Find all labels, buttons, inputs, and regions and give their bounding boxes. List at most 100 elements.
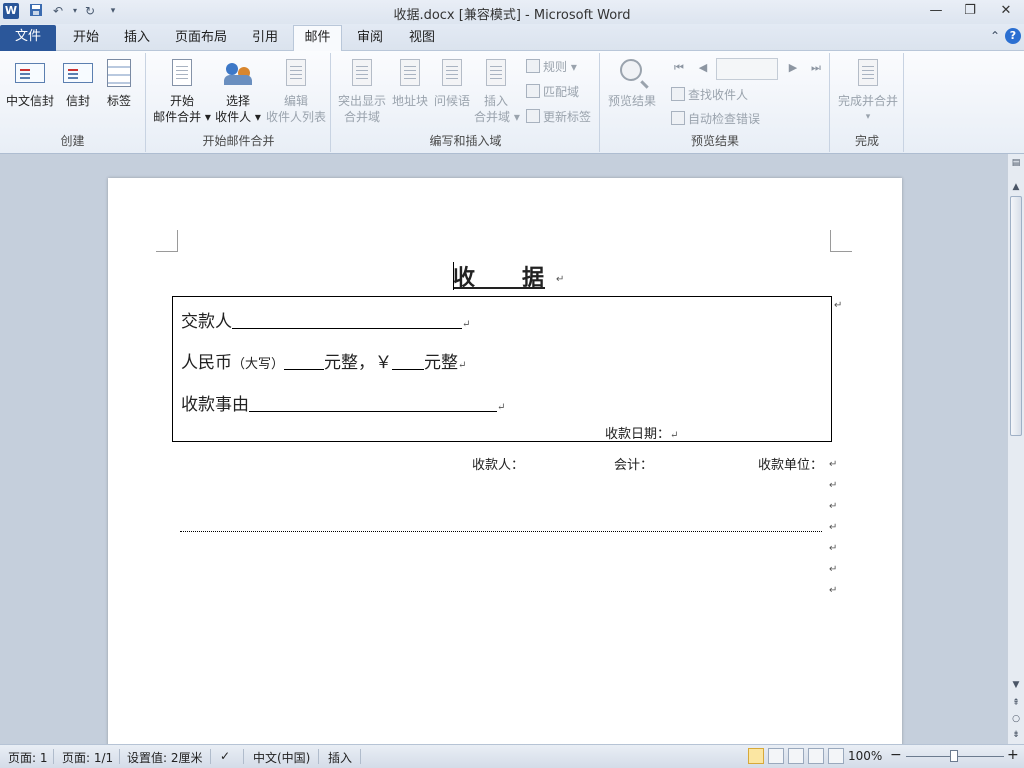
insert-merge-field-button[interactable]: 插入 合并域 ▾	[474, 57, 520, 125]
last-record-icon[interactable]: ⏭	[809, 61, 823, 75]
preview-results-label: 预览结果	[607, 94, 656, 108]
labels-icon	[107, 59, 131, 87]
preview-results-button[interactable]: 预览结果	[605, 57, 659, 109]
finish-merge-button[interactable]: 完成并合并 ▾	[835, 57, 901, 125]
payer-blank[interactable]	[232, 311, 462, 329]
tab-view[interactable]: 视图	[397, 26, 447, 51]
highlight-merge-fields-button[interactable]: 突出显示 合并域	[336, 57, 388, 125]
start-mail-merge-button[interactable]: 开始 邮件合并 ▾	[151, 57, 213, 125]
tab-references[interactable]: 引用	[240, 26, 290, 51]
date-line[interactable]: 收款日期：↵	[605, 423, 678, 442]
accountant-label[interactable]: 会计：	[614, 454, 653, 473]
address-block-label: 地址块	[391, 94, 428, 108]
document-area[interactable]: 收 据 ↵ 交款人 ↵ 人民币（大写） 元整，￥ 元整↵ 收款事由 ↵ 收款日期：↵ ↵…	[0, 154, 1007, 744]
web-layout-icon[interactable]	[788, 748, 804, 764]
start-mail-merge-icon	[172, 59, 192, 86]
record-number-input[interactable]	[716, 58, 778, 80]
amount-words-blank[interactable]	[284, 352, 325, 370]
rules-button[interactable]: 规则 ▾	[526, 57, 577, 77]
tab-review[interactable]: 审阅	[345, 26, 395, 51]
envelope-label: 信封	[65, 94, 90, 108]
greeting-icon	[442, 59, 462, 86]
help-icon[interactable]: ?	[1005, 28, 1021, 44]
amount-line[interactable]: 人民币（大写） 元整，￥ 元整↵	[181, 348, 466, 373]
labels-button[interactable]: 标签	[101, 57, 137, 109]
select-recipients-label-1: 选择	[225, 94, 250, 108]
restore-button[interactable]: ❐	[956, 2, 984, 20]
update-labels-button[interactable]: 更新标签	[526, 107, 591, 127]
page-number-status[interactable]: 页面: 1	[8, 749, 48, 766]
insert-mode-status[interactable]: 插入	[328, 749, 352, 766]
find-recipient-button[interactable]: 查找收件人	[671, 85, 748, 105]
paragraph-mark: ↵	[834, 300, 843, 311]
status-bar: 页面: 1 页面: 1/1 设置值: 2厘米 ✓ 中文(中国) 插入 100% …	[0, 744, 1024, 768]
address-block-button[interactable]: 地址块	[390, 57, 430, 109]
chinese-envelope-icon	[15, 63, 45, 83]
reason-blank[interactable]	[249, 394, 497, 412]
outline-view-icon[interactable]	[808, 748, 824, 764]
finish-merge-dropdown-icon: ▾	[865, 112, 871, 122]
payee-label[interactable]: 收款人：	[472, 454, 524, 473]
minimize-button[interactable]: —	[922, 2, 950, 20]
document-title[interactable]: 收 据	[453, 260, 545, 292]
envelope-icon	[63, 63, 93, 83]
select-recipients-button[interactable]: 选择 收件人 ▾	[213, 57, 263, 125]
print-layout-view-icon[interactable]	[748, 748, 764, 764]
zoom-out-icon[interactable]: −	[890, 747, 902, 763]
document-page[interactable]: 收 据 ↵ 交款人 ↵ 人民币（大写） 元整，￥ 元整↵ 收款事由 ↵ 收款日期：↵ ↵…	[108, 178, 902, 744]
yuan-label: 元整，￥	[324, 353, 393, 373]
match-fields-icon	[526, 84, 540, 98]
window-title: 收据.docx [兼容模式] - Microsoft Word	[393, 8, 631, 23]
tab-insert[interactable]: 插入	[112, 26, 162, 51]
auto-check-errors-button[interactable]: 自动检查错误	[671, 109, 760, 129]
zoom-slider-thumb[interactable]	[950, 750, 958, 762]
greeting-line-button[interactable]: 问候语	[432, 57, 472, 109]
match-fields-button[interactable]: 匹配域	[526, 82, 579, 102]
finish-merge-label: 完成并合并	[837, 94, 898, 108]
language-status[interactable]: 中文(中国)	[253, 749, 310, 766]
receipt-box[interactable]: 交款人 ↵ 人民币（大写） 元整，￥ 元整↵ 收款事由 ↵ 收款日期：↵	[172, 296, 832, 442]
margin-corner-top-right	[830, 230, 852, 252]
edit-recipient-list-button[interactable]: 编辑 收件人列表	[265, 57, 327, 125]
previous-record-icon[interactable]: ◀	[696, 61, 710, 75]
zoom-level[interactable]: 100%	[848, 749, 882, 763]
scroll-up-icon[interactable]: ▲	[1009, 180, 1023, 194]
previous-page-icon[interactable]: ⇞	[1009, 696, 1023, 710]
receiving-unit-label[interactable]: 收款单位：	[758, 454, 823, 473]
vertical-scrollbar[interactable]: ▤ ▲ ▼ ⇞ ○ ⇟	[1007, 154, 1024, 744]
highlight-label-2: 合并域	[343, 110, 380, 124]
minimize-ribbon-icon[interactable]: ⌃	[990, 29, 1000, 43]
scroll-thumb[interactable]	[1010, 196, 1022, 436]
setting-status[interactable]: 设置值: 2厘米	[127, 749, 203, 766]
close-button[interactable]: ✕	[992, 2, 1020, 20]
tab-home[interactable]: 开始	[60, 26, 112, 51]
chinese-envelope-button[interactable]: 中文信封	[4, 57, 56, 109]
ruler-toggle-icon[interactable]: ▤	[1009, 156, 1023, 170]
next-record-icon[interactable]: ▶	[786, 61, 800, 75]
ribbon-mailings: 中文信封 信封 标签 创建 开始 邮件合并 ▾ 选择 收件人 ▾ 编辑 收件人列…	[0, 51, 1024, 154]
tab-page-layout[interactable]: 页面布局	[166, 26, 236, 51]
reason-line[interactable]: 收款事由 ↵	[181, 390, 505, 415]
payer-line[interactable]: 交款人 ↵	[181, 307, 470, 332]
zoom-in-icon[interactable]: +	[1007, 747, 1019, 763]
page-count-status[interactable]: 页面: 1/1	[62, 749, 113, 766]
tab-file[interactable]: 文件	[0, 25, 56, 51]
rules-icon	[526, 59, 540, 73]
chinese-envelope-label: 中文信封	[5, 94, 54, 108]
scroll-down-icon[interactable]: ▼	[1009, 678, 1023, 692]
browse-object-icon[interactable]: ○	[1009, 712, 1023, 726]
tab-mailings[interactable]: 邮件	[293, 25, 342, 51]
insert-field-label-2: 合并域 ▾	[474, 110, 520, 124]
group-write-insert: 突出显示 合并域 地址块 问候语 插入 合并域 ▾ 规则 ▾ 匹配域 更新标签 …	[332, 53, 600, 152]
amount-figure-blank[interactable]	[392, 352, 425, 370]
paragraph-mark: ↵	[670, 430, 679, 441]
highlight-label-1: 突出显示	[337, 94, 386, 108]
full-screen-reading-icon[interactable]	[768, 748, 784, 764]
proofing-icon[interactable]: ✓	[220, 749, 230, 763]
paragraph-mark: ↵	[829, 543, 838, 554]
next-page-icon[interactable]: ⇟	[1009, 728, 1023, 742]
draft-view-icon[interactable]	[828, 748, 844, 764]
paragraph-mark: ↵	[458, 360, 467, 371]
first-record-icon[interactable]: ⏮	[672, 61, 686, 75]
envelope-button[interactable]: 信封	[60, 57, 96, 109]
